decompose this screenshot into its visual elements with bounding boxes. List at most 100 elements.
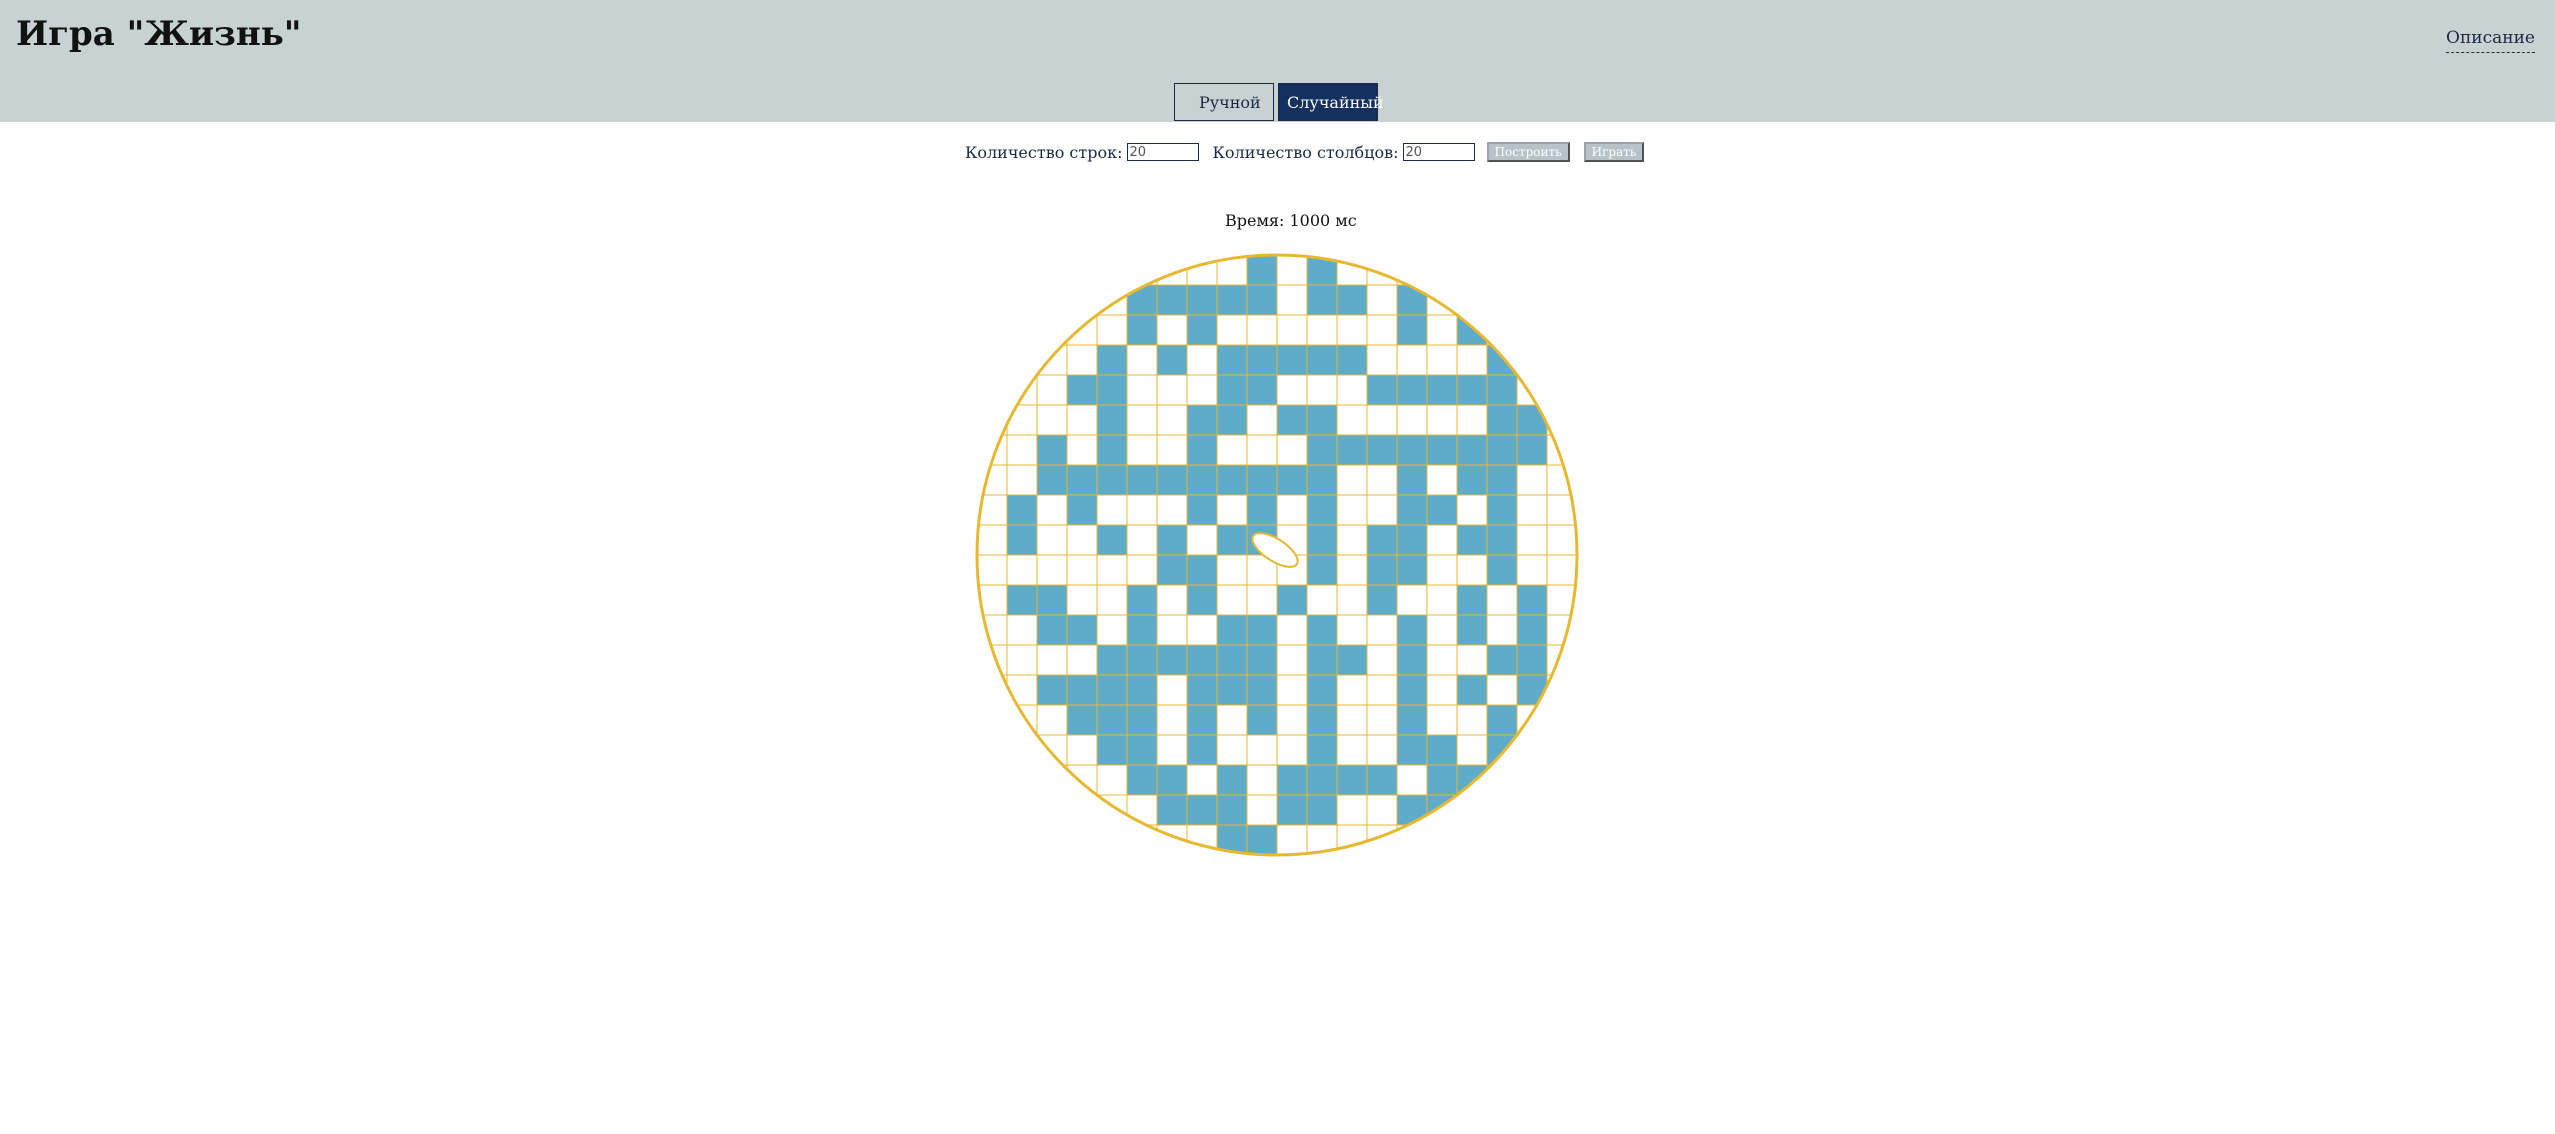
cell-dead[interactable] xyxy=(1546,524,1577,556)
cell-alive[interactable] xyxy=(1306,614,1338,646)
cell-dead[interactable] xyxy=(1006,824,1038,855)
cell-alive[interactable] xyxy=(1516,584,1548,616)
cell-dead[interactable] xyxy=(1006,794,1038,826)
cell-dead[interactable] xyxy=(1516,824,1548,855)
cell-alive[interactable] xyxy=(1336,284,1368,316)
cell-alive[interactable] xyxy=(1216,674,1248,706)
cell-dead[interactable] xyxy=(1216,584,1248,616)
cell-dead[interactable] xyxy=(1006,255,1038,286)
cell-alive[interactable] xyxy=(1096,644,1128,676)
cell-alive[interactable] xyxy=(1486,494,1518,526)
cell-alive[interactable] xyxy=(1246,674,1278,706)
cell-alive[interactable] xyxy=(1126,284,1158,316)
cell-dead[interactable] xyxy=(1546,794,1577,826)
cell-alive[interactable] xyxy=(1186,554,1218,586)
cell-dead[interactable] xyxy=(1036,764,1068,796)
cell-dead[interactable] xyxy=(1246,734,1278,766)
cell-dead[interactable] xyxy=(1486,824,1518,855)
cell-dead[interactable] xyxy=(1126,524,1158,556)
cell-alive[interactable] xyxy=(1036,614,1068,646)
cell-alive[interactable] xyxy=(1486,764,1518,796)
cell-alive[interactable] xyxy=(1126,314,1158,346)
cell-dead[interactable] xyxy=(1516,344,1548,376)
cell-alive[interactable] xyxy=(1366,584,1398,616)
cell-dead[interactable] xyxy=(1426,404,1458,436)
cell-dead[interactable] xyxy=(1546,344,1577,376)
cell-alive[interactable] xyxy=(1516,644,1548,676)
cell-alive[interactable] xyxy=(1426,494,1458,526)
cell-alive[interactable] xyxy=(1006,524,1038,556)
rows-input[interactable] xyxy=(1126,143,1199,161)
cell-alive[interactable] xyxy=(1216,404,1248,436)
cell-dead[interactable] xyxy=(1066,404,1098,436)
cell-alive[interactable] xyxy=(1486,524,1518,556)
cell-dead[interactable] xyxy=(977,554,1008,586)
cell-alive[interactable] xyxy=(1486,554,1518,586)
cell-dead[interactable] xyxy=(1486,255,1518,286)
cell-dead[interactable] xyxy=(1366,314,1398,346)
cell-dead[interactable] xyxy=(1006,644,1038,676)
cell-dead[interactable] xyxy=(1546,255,1577,286)
tab-random[interactable]: Случайный xyxy=(1278,83,1384,121)
cell-alive[interactable] xyxy=(1396,464,1428,496)
cell-dead[interactable] xyxy=(1306,584,1338,616)
cell-dead[interactable] xyxy=(1396,584,1428,616)
cell-alive[interactable] xyxy=(1396,644,1428,676)
cell-alive[interactable] xyxy=(1096,704,1128,736)
cell-dead[interactable] xyxy=(1486,284,1518,316)
cell-dead[interactable] xyxy=(1246,584,1278,616)
cell-alive[interactable] xyxy=(1186,284,1218,316)
tab-manual[interactable]: Ручной xyxy=(1174,83,1274,121)
cell-dead[interactable] xyxy=(1096,824,1128,855)
cell-dead[interactable] xyxy=(1066,284,1098,316)
cell-dead[interactable] xyxy=(1336,255,1368,286)
cell-dead[interactable] xyxy=(977,524,1008,556)
cell-dead[interactable] xyxy=(1546,554,1577,586)
cell-alive[interactable] xyxy=(1426,434,1458,466)
cell-dead[interactable] xyxy=(1246,434,1278,466)
cell-alive[interactable] xyxy=(1276,344,1308,376)
cell-dead[interactable] xyxy=(1066,524,1098,556)
cell-alive[interactable] xyxy=(1396,284,1428,316)
cell-alive[interactable] xyxy=(1306,434,1338,466)
cell-dead[interactable] xyxy=(1036,374,1068,406)
cell-alive[interactable] xyxy=(1396,314,1428,346)
cell-dead[interactable] xyxy=(1036,644,1068,676)
cell-dead[interactable] xyxy=(1426,704,1458,736)
cell-alive[interactable] xyxy=(1426,374,1458,406)
cell-alive[interactable] xyxy=(1276,584,1308,616)
cell-alive[interactable] xyxy=(1516,734,1548,766)
cell-alive[interactable] xyxy=(1456,464,1488,496)
cell-dead[interactable] xyxy=(1126,554,1158,586)
cell-alive[interactable] xyxy=(1216,794,1248,826)
cell-dead[interactable] xyxy=(1276,434,1308,466)
cell-dead[interactable] xyxy=(1276,734,1308,766)
cell-dead[interactable] xyxy=(1156,584,1188,616)
cell-dead[interactable] xyxy=(1036,284,1068,316)
cell-dead[interactable] xyxy=(1306,374,1338,406)
cell-dead[interactable] xyxy=(1156,434,1188,466)
cell-dead[interactable] xyxy=(1546,374,1577,406)
cell-dead[interactable] xyxy=(1456,344,1488,376)
cell-dead[interactable] xyxy=(1276,614,1308,646)
cell-dead[interactable] xyxy=(977,824,1008,855)
cell-alive[interactable] xyxy=(1126,674,1158,706)
cell-dead[interactable] xyxy=(1366,704,1398,736)
cell-dead[interactable] xyxy=(977,255,1008,286)
cell-dead[interactable] xyxy=(977,314,1008,346)
cell-dead[interactable] xyxy=(1186,255,1218,286)
cell-alive[interactable] xyxy=(1246,614,1278,646)
cell-alive[interactable] xyxy=(1396,734,1428,766)
cell-dead[interactable] xyxy=(1456,704,1488,736)
cell-dead[interactable] xyxy=(1096,554,1128,586)
cell-alive[interactable] xyxy=(1156,764,1188,796)
cell-alive[interactable] xyxy=(1516,614,1548,646)
cell-dead[interactable] xyxy=(1036,824,1068,855)
cell-dead[interactable] xyxy=(1186,614,1218,646)
cell-alive[interactable] xyxy=(1306,644,1338,676)
cell-alive[interactable] xyxy=(1396,494,1428,526)
cell-alive[interactable] xyxy=(1276,794,1308,826)
cell-alive[interactable] xyxy=(1096,404,1128,436)
cell-dead[interactable] xyxy=(1396,404,1428,436)
cell-dead[interactable] xyxy=(1276,374,1308,406)
